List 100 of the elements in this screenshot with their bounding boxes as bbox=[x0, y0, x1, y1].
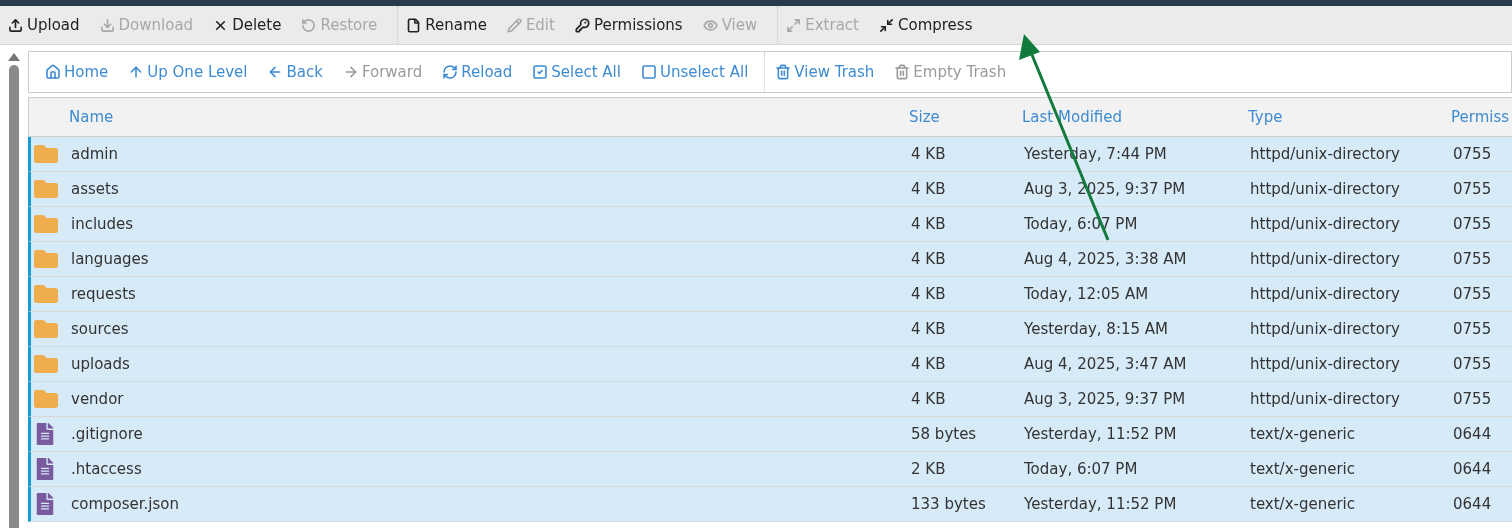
table-cell-text: httpd/unix-directory bbox=[1250, 320, 1401, 338]
table-cell-text: Today, 12:05 AM bbox=[1024, 285, 1150, 303]
file-row[interactable]: .gitignore 58 bytes Yesterday, 11:52 PM text/x-generic 0644 bbox=[28, 417, 1512, 452]
checkbox-empty-icon bbox=[640, 64, 657, 80]
checkbox-icon bbox=[532, 64, 549, 80]
reload-button[interactable]: Reload bbox=[432, 63, 523, 81]
table-cell-text: 133 bytes bbox=[911, 495, 987, 513]
file-icon bbox=[34, 493, 56, 515]
folder-icon bbox=[34, 177, 58, 201]
scrollbar-thumb[interactable] bbox=[9, 65, 19, 528]
column-header[interactable]: Permiss bbox=[1451, 108, 1512, 126]
table-cell-text: 0644 bbox=[1453, 495, 1493, 513]
table-cell-text: 4 KB bbox=[911, 145, 947, 163]
table-cell-text: httpd/unix-directory bbox=[1250, 215, 1401, 233]
scroll-up-icon[interactable] bbox=[8, 53, 20, 61]
table-cell-text: 4 KB bbox=[911, 355, 947, 373]
folder-icon bbox=[34, 317, 58, 341]
table-cell-text: 58 bytes bbox=[911, 425, 978, 443]
pencil-icon bbox=[506, 17, 522, 33]
permissions-button[interactable]: Permissions bbox=[570, 16, 699, 34]
table-cell-text: text/x-generic bbox=[1250, 425, 1356, 443]
table-cell-text: httpd/unix-directory bbox=[1250, 390, 1401, 408]
table-cell-text: text/x-generic bbox=[1250, 495, 1356, 513]
table-cell-text: httpd/unix-directory bbox=[1250, 250, 1401, 268]
trash-icon bbox=[894, 64, 911, 80]
table-cell-text: .htaccess bbox=[71, 460, 143, 478]
column-header[interactable]: Last Modified bbox=[1022, 108, 1248, 126]
folder-icon bbox=[34, 247, 58, 271]
undo-icon bbox=[301, 17, 317, 33]
upload-button[interactable]: Upload bbox=[4, 16, 96, 34]
table-cell-text: Aug 4, 2025, 3:47 AM bbox=[1024, 355, 1188, 373]
folder-icon bbox=[34, 212, 58, 236]
file-icon bbox=[34, 423, 56, 445]
table-cell-text: 0644 bbox=[1453, 425, 1493, 443]
file-row[interactable]: languages 4 KB Aug 4, 2025, 3:38 AM httpd/unix-directory 0755 bbox=[28, 242, 1512, 277]
table-cell-text: Yesterday, 8:15 AM bbox=[1024, 320, 1169, 338]
table-cell-text: 0755 bbox=[1453, 180, 1493, 198]
table-cell-text: 4 KB bbox=[911, 320, 947, 338]
table-cell-text: 0755 bbox=[1453, 250, 1493, 268]
rename-button[interactable]: Rename bbox=[402, 16, 503, 34]
table-cell-text: admin bbox=[71, 145, 119, 163]
table-cell-text: 4 KB bbox=[911, 390, 947, 408]
table-cell-text: Aug 3, 2025, 9:37 PM bbox=[1024, 390, 1187, 408]
compress-icon bbox=[879, 17, 894, 33]
unselect-all-button[interactable]: Unselect All bbox=[630, 63, 759, 81]
table-cell-text: composer.json bbox=[71, 495, 180, 513]
column-header[interactable]: Type bbox=[1248, 108, 1451, 126]
file-row[interactable]: sources 4 KB Yesterday, 8:15 AM httpd/unix-directory 0755 bbox=[28, 312, 1512, 347]
table-cell-text: 0755 bbox=[1453, 320, 1493, 338]
delete-button[interactable]: Delete bbox=[209, 16, 298, 34]
table-cell-text: vendor bbox=[71, 390, 125, 408]
up-one-level-button[interactable]: Up One Level bbox=[118, 63, 258, 81]
back-button[interactable]: Back bbox=[257, 63, 333, 81]
table-cell-text: 4 KB bbox=[911, 215, 947, 233]
file-row[interactable]: composer.json 133 bytes Yesterday, 11:52 PM text/x-generic 0644 bbox=[28, 487, 1512, 522]
key-icon bbox=[574, 17, 590, 33]
folder-icon bbox=[34, 142, 58, 166]
table-cell-text: httpd/unix-directory bbox=[1250, 145, 1401, 163]
reload-icon bbox=[442, 64, 459, 80]
download-icon bbox=[99, 17, 115, 33]
folder-icon bbox=[34, 352, 58, 376]
select-all-button[interactable]: Select All bbox=[522, 63, 631, 81]
table-cell-text: 4 KB bbox=[911, 285, 947, 303]
file-icon bbox=[34, 458, 56, 480]
table-cell-text: Yesterday, 11:52 PM bbox=[1024, 425, 1178, 443]
file-row[interactable]: vendor 4 KB Aug 3, 2025, 9:37 PM httpd/unix-directory 0755 bbox=[28, 382, 1512, 417]
file-row[interactable]: .htaccess 2 KB Today, 6:07 PM text/x-generic 0644 bbox=[28, 452, 1512, 487]
expand-icon bbox=[786, 17, 802, 33]
table-cell-text: 0755 bbox=[1453, 390, 1493, 408]
table-cell-text: uploads bbox=[71, 355, 131, 373]
upload-icon bbox=[8, 17, 23, 33]
table-cell-text: 4 KB bbox=[911, 180, 947, 198]
file-icon bbox=[406, 17, 422, 33]
file-row[interactable]: requests 4 KB Today, 12:05 AM httpd/unix-directory 0755 bbox=[28, 277, 1512, 312]
table-cell-text: 4 KB bbox=[911, 250, 947, 268]
column-header[interactable]: Size bbox=[909, 108, 1022, 126]
table-cell-text: 0755 bbox=[1453, 215, 1493, 233]
table-cell-text: languages bbox=[71, 250, 150, 268]
table-cell-text: .gitignore bbox=[71, 425, 144, 443]
view-trash-button[interactable]: View Trash bbox=[765, 63, 885, 81]
file-row[interactable]: uploads 4 KB Aug 4, 2025, 3:47 AM httpd/unix-directory 0755 bbox=[28, 347, 1512, 382]
table-cell-text: httpd/unix-directory bbox=[1250, 180, 1401, 198]
table-cell-text: 0644 bbox=[1453, 460, 1493, 478]
eye-icon bbox=[702, 17, 718, 33]
table-cell-text: 0755 bbox=[1453, 285, 1493, 303]
compress-button[interactable]: Compress bbox=[875, 16, 989, 34]
folder-icon bbox=[34, 282, 58, 306]
table-cell-text: Yesterday, 11:52 PM bbox=[1024, 495, 1178, 513]
table-cell-text: Today, 6:07 PM bbox=[1024, 460, 1139, 478]
table-cell-text: text/x-generic bbox=[1250, 460, 1356, 478]
column-header[interactable]: Name bbox=[69, 108, 909, 126]
table-cell-text: 0755 bbox=[1453, 355, 1493, 373]
table-cell-text: requests bbox=[71, 285, 137, 303]
table-cell-text: 0755 bbox=[1453, 145, 1493, 163]
table-cell-text: includes bbox=[71, 215, 135, 233]
trash-icon bbox=[775, 64, 792, 80]
table-cell-text: httpd/unix-directory bbox=[1250, 355, 1401, 373]
home-button[interactable]: Home bbox=[35, 63, 119, 81]
table-cell-text: Aug 4, 2025, 3:38 AM bbox=[1024, 250, 1188, 268]
table-cell-text: sources bbox=[71, 320, 130, 338]
